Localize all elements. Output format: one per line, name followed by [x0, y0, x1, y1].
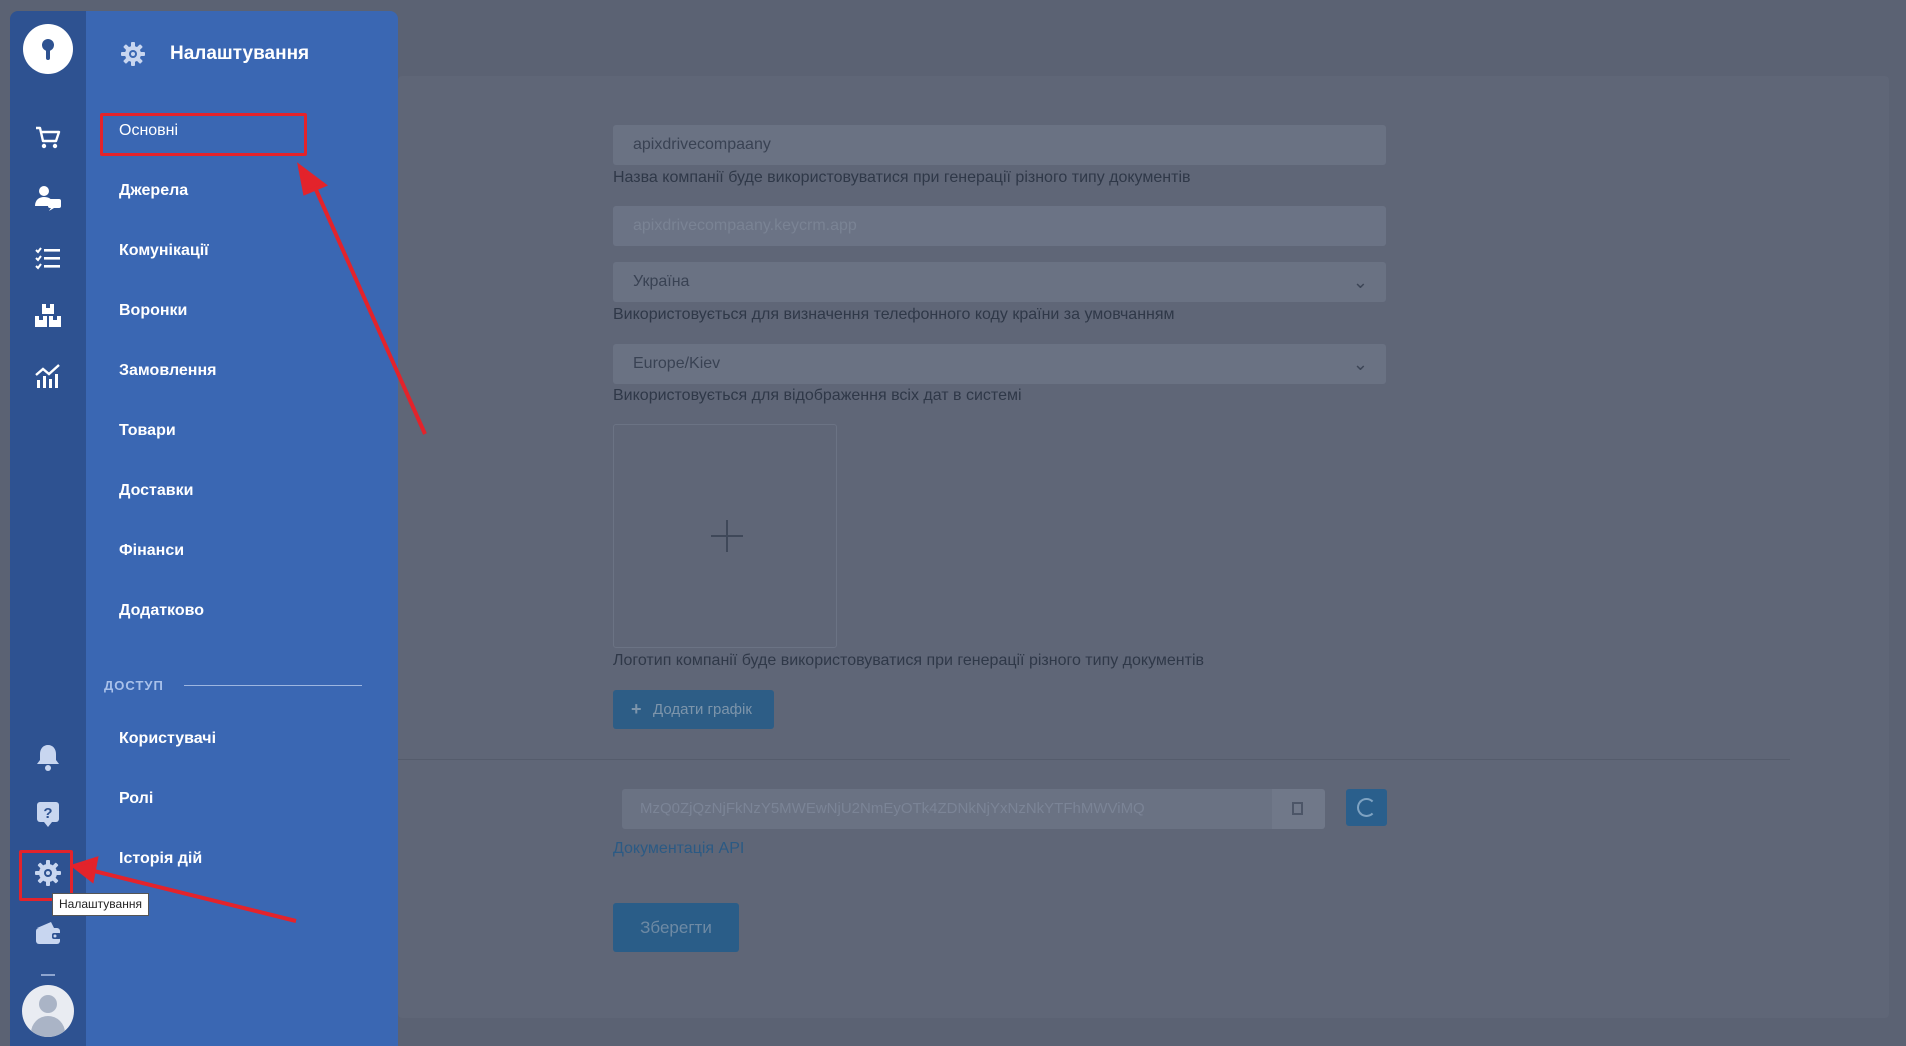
chevron-down-icon: ⌄: [1352, 354, 1368, 374]
menu-item-sources[interactable]: Джерела: [119, 182, 188, 200]
company-name-input[interactable]: apixdrivecompaany: [613, 125, 1386, 165]
menu-item-users[interactable]: Користувачі: [119, 730, 216, 748]
menu-item-funnels[interactable]: Воронки: [119, 302, 187, 320]
logo-hint: Логотип компанії буде використовуватися …: [613, 652, 1205, 669]
avatar[interactable]: [22, 985, 74, 1037]
refresh-api-key-button[interactable]: [1346, 789, 1387, 826]
logo-upload-area[interactable]: [613, 424, 837, 648]
timezone-select[interactable]: Europe/Kiev ⌄: [613, 344, 1386, 384]
section-divider: [398, 759, 1790, 760]
menu-item-products[interactable]: Товари: [119, 422, 176, 440]
menu-item-finance[interactable]: Фінанси: [119, 542, 184, 560]
plus-icon: +: [631, 699, 642, 719]
logo-key-icon[interactable]: [23, 24, 73, 74]
refresh-icon: [1357, 798, 1376, 817]
timezone-select-value: Europe/Kiev: [633, 355, 721, 372]
menu-item-roles[interactable]: Ролі: [119, 790, 153, 808]
save-button[interactable]: Зберегти: [613, 903, 739, 952]
add-schedule-label: Додати графік: [653, 701, 752, 718]
company-name-hint: Назва компанії буде використовуватися пр…: [613, 169, 1191, 186]
chevron-down-icon: ⌄: [1352, 272, 1368, 292]
api-key-field[interactable]: MzQ0ZjQzNjFkNzY5MWEwNjU2NmEyOTk4ZDNkNjYx…: [622, 789, 1272, 829]
timezone-hint: Використовується для відображення всіх д…: [613, 387, 1022, 404]
menu-item-communications[interactable]: Комунікації: [119, 242, 209, 260]
tooltip: Налаштування: [52, 893, 149, 916]
country-hint: Використовується для визначення телефонн…: [613, 306, 1175, 323]
highlight-general-item: [100, 113, 307, 156]
plus-icon: [711, 520, 743, 552]
wallet-icon[interactable]: [33, 918, 63, 948]
menu-item-action-history[interactable]: Історія дій: [119, 850, 202, 868]
gear-icon: [118, 39, 148, 69]
add-schedule-button[interactable]: + Додати графік: [613, 690, 774, 729]
section-divider: [184, 685, 362, 686]
copy-button[interactable]: [1272, 789, 1325, 829]
boxes-icon[interactable]: [33, 301, 63, 331]
access-section-label: ДОСТУП: [104, 678, 164, 693]
country-select-value: Україна: [633, 273, 690, 290]
menu-item-deliveries[interactable]: Доставки: [119, 482, 193, 500]
bell-icon[interactable]: [33, 742, 63, 772]
settings-menu-panel: Налаштування Основні Джерела Комунікації…: [86, 11, 398, 1046]
copy-icon: [1292, 802, 1303, 815]
api-docs-link[interactable]: Документація API: [613, 840, 744, 858]
analytics-chart-icon[interactable]: [33, 360, 63, 390]
checklist-icon[interactable]: [33, 243, 63, 273]
svg-text:?: ?: [43, 805, 52, 822]
help-icon[interactable]: ?: [33, 799, 63, 829]
country-select[interactable]: Україна ⌄: [613, 262, 1386, 302]
rail-divider: [41, 974, 55, 976]
domain-field: apixdrivecompaany.keycrm.app: [613, 206, 1386, 246]
contacts-chat-icon[interactable]: [33, 183, 63, 213]
menu-item-orders[interactable]: Замовлення: [119, 362, 216, 380]
cart-icon[interactable]: [33, 123, 63, 153]
menu-item-additional[interactable]: Додатково: [119, 602, 204, 620]
settings-menu-title: Налаштування: [170, 43, 310, 64]
